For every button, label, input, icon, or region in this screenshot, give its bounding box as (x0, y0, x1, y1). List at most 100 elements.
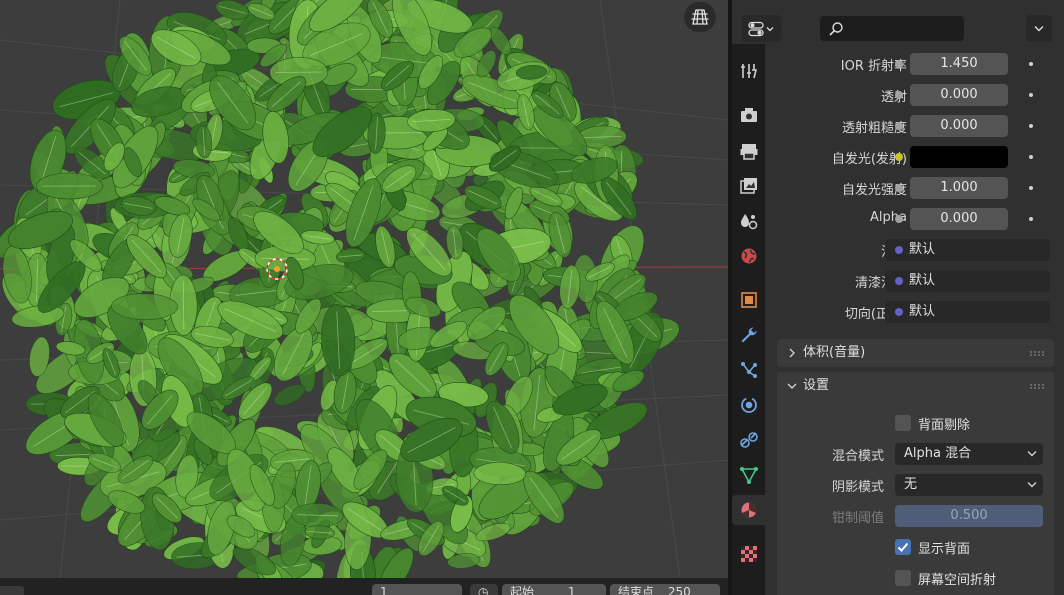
render-icon (740, 108, 757, 122)
emission-strength-keyframe-dot[interactable] (1029, 186, 1033, 190)
transmission-roughness-keyframe-dot[interactable] (1029, 124, 1033, 128)
volume-panel-title: 体积(音量) (803, 345, 866, 360)
normal-link-field[interactable]: 默认 (885, 239, 1050, 261)
start-frame-value: 1 (567, 585, 576, 595)
current-frame-field[interactable]: 1 (372, 584, 462, 595)
material-properties: IOR 折射率 1.450 透射 0.000 透射粗糙度 0.000 自发光(发… (765, 44, 1064, 595)
emission-color-swatch[interactable] (910, 146, 1008, 168)
material-tab[interactable] (732, 495, 765, 525)
screen-space-refraction-label: 屏幕空间折射 (918, 573, 997, 588)
checkmark-icon (897, 542, 909, 552)
end-frame-value: 250 (667, 585, 691, 595)
particles-tab[interactable] (732, 355, 765, 385)
transmission-keyframe-dot[interactable] (1029, 93, 1033, 97)
alpha-keyframe-dot[interactable] (1029, 217, 1033, 221)
physics-icon (740, 397, 757, 413)
ior-socket[interactable] (895, 60, 903, 68)
emission-keyframe-dot[interactable] (1029, 155, 1033, 159)
properties-editor-icon (748, 21, 764, 36)
chevron-down-icon (766, 26, 774, 31)
properties-header (732, 0, 1064, 44)
editor-type-button[interactable] (741, 15, 781, 42)
tool-icon (740, 64, 757, 79)
alpha-socket[interactable] (895, 215, 903, 223)
constraints-tab[interactable] (732, 425, 765, 455)
tangent-socket (895, 308, 903, 316)
3d-viewport[interactable]: 1 ◷ 起始 1 结束点 250 (0, 0, 728, 595)
transmission-roughness-field[interactable]: 0.000 (910, 115, 1008, 137)
drag-handle-icon[interactable] (1030, 351, 1044, 356)
data-tab[interactable] (732, 460, 765, 490)
texture-tab[interactable] (732, 539, 765, 569)
view-layer-tab[interactable] (732, 171, 765, 201)
shadow-mode-label: 阴影模式 (831, 480, 884, 495)
normal-socket (895, 246, 903, 254)
transmission-field[interactable]: 0.000 (910, 84, 1008, 106)
end-frame-label: 结束点 (618, 585, 655, 595)
backface-culling-checkbox[interactable] (895, 415, 911, 431)
transmission-socket[interactable] (895, 91, 903, 99)
show-backface-checkbox[interactable] (895, 539, 911, 555)
settings-panel-title[interactable]: 设置 (777, 372, 1054, 400)
backface-culling-label: 背面剔除 (918, 418, 971, 433)
object-icon (740, 292, 757, 308)
drag-handle-icon[interactable] (1030, 384, 1044, 389)
transmission-label: 透射 (880, 90, 907, 105)
search-icon (829, 22, 843, 36)
clip-threshold-slider[interactable]: 0.500 (895, 505, 1043, 527)
clock-icon[interactable]: ◷ (470, 584, 498, 595)
physics-tab[interactable] (732, 390, 765, 420)
emission-strength-socket[interactable] (895, 184, 903, 192)
object-tab[interactable] (732, 285, 765, 315)
tool-tab[interactable] (732, 56, 765, 86)
wrench-icon (741, 327, 757, 343)
tangent-value: 默认 (909, 304, 936, 319)
leaf-vein (275, 71, 322, 73)
output-tab[interactable] (732, 136, 765, 166)
search-field[interactable] (820, 16, 964, 41)
mesh-data-icon (739, 467, 758, 484)
ior-field[interactable]: 1.450 (910, 53, 1008, 75)
clip-threshold-label: 钳制阈值 (831, 511, 884, 526)
show-backface-label: 显示背面 (918, 542, 971, 557)
blend-mode-dropdown[interactable]: Alpha 混合 (895, 443, 1043, 465)
perspective-toggle-button[interactable] (684, 2, 716, 32)
world-tab[interactable] (732, 241, 765, 271)
properties-editor: IOR 折射率 1.450 透射 0.000 透射粗糙度 0.000 自发光(发… (732, 0, 1064, 595)
properties-tab-bar (732, 44, 765, 595)
chevron-down-icon (1027, 482, 1037, 488)
leaf-bush-object[interactable] (0, 0, 684, 595)
render-tab[interactable] (732, 100, 765, 130)
material-icon (741, 502, 757, 518)
screen-space-refraction-checkbox[interactable] (895, 570, 911, 586)
constraint-icon (739, 432, 758, 448)
scene-tab[interactable] (732, 206, 765, 236)
modifier-tab[interactable] (732, 320, 765, 350)
ior-keyframe-dot[interactable] (1029, 62, 1033, 66)
end-frame-field[interactable]: 结束点 250 (610, 584, 720, 595)
view-layer-icon (739, 178, 757, 194)
clearcoat-normal-socket (895, 277, 903, 285)
chevron-down-icon (1027, 451, 1037, 457)
shadow-mode-dropdown[interactable]: 无 (895, 474, 1043, 496)
blend-mode-value: Alpha 混合 (904, 446, 972, 461)
alpha-field[interactable]: 0.000 (910, 208, 1008, 230)
timeline-toggle-button[interactable] (0, 586, 24, 595)
emission-socket[interactable] (895, 153, 903, 161)
volume-panel[interactable]: 体积(音量) (777, 339, 1054, 367)
settings-panel: 设置 背面剔除 混合模式 Alpha 混合 阴影模式 无 钳制阈值 0.500 … (777, 372, 1054, 595)
start-frame-label: 起始 (510, 585, 535, 595)
search-input[interactable] (848, 16, 958, 41)
tangent-link-field[interactable]: 默认 (885, 301, 1050, 323)
texture-icon (740, 546, 757, 562)
viewport-scene (0, 0, 728, 595)
output-icon (740, 144, 757, 160)
shadow-mode-value: 无 (904, 477, 918, 492)
world-icon (741, 248, 756, 264)
grid-icon (691, 9, 709, 25)
options-button[interactable] (1026, 15, 1052, 42)
clearcoat-normal-link-field[interactable]: 默认 (885, 270, 1050, 292)
transmission-roughness-socket[interactable] (895, 122, 903, 130)
start-frame-field[interactable]: 起始 1 (502, 584, 606, 595)
emission-strength-field[interactable]: 1.000 (910, 177, 1008, 199)
